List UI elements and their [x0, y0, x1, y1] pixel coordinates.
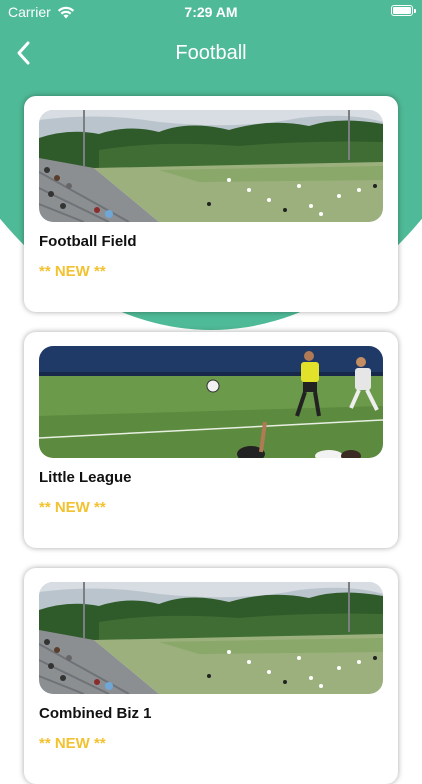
status-time: 7:29 AM — [184, 4, 238, 20]
stadium-field-photo — [39, 582, 383, 694]
navigation-bar: Football — [0, 30, 422, 76]
card-title: Combined Biz 1 — [39, 705, 152, 722]
battery-icon — [391, 5, 416, 16]
list-card[interactable]: Little League ** NEW ** — [24, 332, 398, 548]
page-title: Football — [175, 42, 247, 64]
status-bar: Carrier 7:29 AM — [0, 0, 422, 24]
new-badge: ** NEW ** — [39, 499, 106, 516]
card-title: Football Field — [39, 233, 137, 250]
new-badge: ** NEW ** — [39, 263, 106, 280]
soccer-match-photo — [39, 346, 383, 458]
new-badge: ** NEW ** — [39, 735, 106, 752]
list-card[interactable]: Football Field ** NEW ** — [24, 96, 398, 312]
list-card[interactable]: Combined Biz 1 ** NEW ** — [24, 568, 398, 784]
card-title: Little League — [39, 469, 132, 486]
stadium-field-photo — [39, 110, 383, 222]
